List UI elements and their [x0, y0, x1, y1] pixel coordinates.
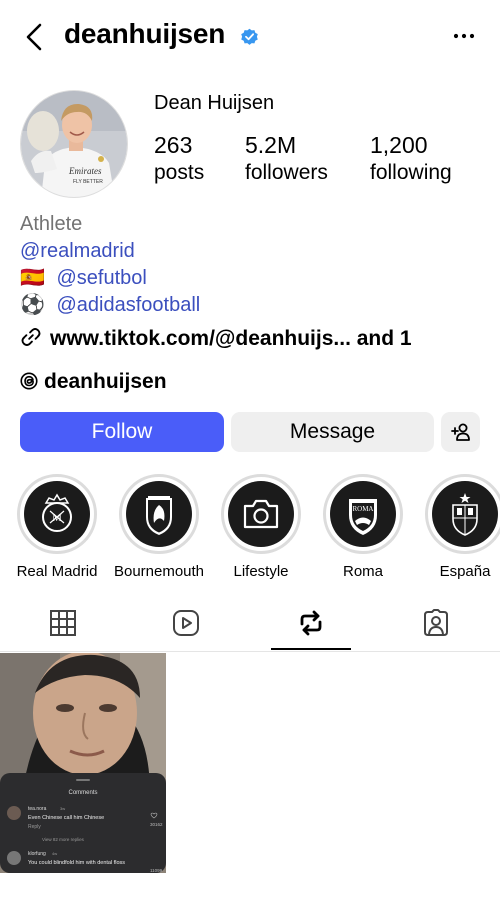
- repost-image: Comments tea.nora 3w Even Chinese call h…: [0, 653, 166, 873]
- profile-avatar[interactable]: Emirates FLY BETTER: [20, 90, 128, 198]
- profile-bio: Athlete @realmadrid 🇪🇸 @sefutbol ⚽ @adid…: [20, 211, 490, 319]
- reposts-icon[interactable]: [296, 608, 326, 638]
- highlight-lifestyle[interactable]: Lifestyle: [211, 474, 311, 580]
- comment1-reply: Reply: [28, 824, 41, 830]
- tagged-icon[interactable]: [421, 608, 451, 638]
- bio-category: Athlete: [20, 213, 83, 235]
- comment2-text: You could blindfold him with dental flos…: [28, 860, 125, 866]
- stat-following-label: following: [370, 161, 452, 184]
- bournemouth-crest-icon: [146, 496, 172, 535]
- view-more-replies: View 82 more replies: [42, 837, 85, 842]
- stat-following-count: 1,200: [370, 132, 428, 158]
- back-icon[interactable]: [22, 22, 48, 52]
- highlight-label: Bournemouth: [113, 563, 205, 580]
- bio-mention-adidasfootball[interactable]: @adidasfootball: [56, 294, 200, 316]
- highlight-roma[interactable]: ROMA Roma: [313, 474, 413, 580]
- highlight-label: Lifestyle: [233, 563, 289, 580]
- reels-icon[interactable]: [171, 608, 201, 638]
- stat-posts-count: 263: [154, 132, 193, 158]
- highlight-espana[interactable]: España: [415, 474, 500, 580]
- highlight-label: Roma: [342, 563, 383, 580]
- more-options-icon[interactable]: [452, 24, 476, 48]
- link-icon: [21, 328, 41, 346]
- stat-following[interactable]: 1,200 following: [370, 132, 452, 186]
- stat-followers-count: 5.2M: [245, 132, 297, 158]
- highlight-bournemouth[interactable]: Bournemouth: [109, 474, 209, 580]
- add-person-icon: [451, 423, 470, 441]
- avatar-photo: Emirates FLY BETTER: [21, 91, 127, 197]
- svg-text:FLY BETTER: FLY BETTER: [73, 179, 103, 185]
- stat-posts[interactable]: 263 posts: [154, 132, 204, 186]
- highlight-label: Real Madrid: [16, 563, 98, 580]
- stat-posts-label: posts: [154, 161, 205, 184]
- bio-line-2: 🇪🇸 @sefutbol: [20, 265, 490, 292]
- spain-flag-emoji: 🇪🇸: [20, 267, 45, 289]
- roma-crest-icon: ROMA: [349, 499, 377, 535]
- message-button[interactable]: Message: [231, 412, 434, 452]
- comments-header: Comments: [68, 790, 97, 796]
- profile-header: deanhuijsen: [0, 0, 500, 76]
- highlight-label: España: [439, 563, 491, 580]
- follow-button[interactable]: Follow: [20, 412, 224, 452]
- camera-icon: [243, 499, 279, 529]
- comment1-likes: 30162: [150, 822, 163, 827]
- bio-link-text: www.tiktok.com/@deanhuijs... and 1: [50, 327, 412, 350]
- stat-followers-label: followers: [245, 161, 328, 184]
- bio-line-1: @realmadrid: [20, 238, 490, 265]
- roma-crest-text: ROMA: [352, 505, 373, 513]
- bio-mention-realmadrid[interactable]: @realmadrid: [20, 240, 135, 262]
- comment2-likes: 11099: [150, 868, 163, 873]
- threads-link[interactable]: deanhuijsen: [20, 370, 167, 394]
- bio-mention-sefutbol[interactable]: @sefutbol: [56, 267, 146, 289]
- highlight-real-madrid[interactable]: M Real Madrid: [7, 474, 107, 580]
- comment2-user: klorfung: [28, 851, 46, 857]
- comment1-time: 3w: [60, 806, 65, 811]
- stat-followers[interactable]: 5.2M followers: [245, 132, 328, 186]
- comment1-user: tea.nora: [28, 806, 47, 812]
- bio-line-3: ⚽ @adidasfootball: [20, 292, 490, 319]
- spain-crest-icon: [452, 493, 478, 536]
- shirt-sponsor-text: Emirates: [68, 166, 102, 176]
- profile-tabs: [0, 600, 500, 652]
- football-emoji: ⚽: [20, 294, 45, 316]
- profile-display-name: Dean Huijsen: [154, 92, 275, 114]
- svg-text:M: M: [52, 512, 62, 524]
- threads-icon: [20, 372, 38, 390]
- threads-handle: deanhuijsen: [44, 370, 167, 393]
- comment2-time: 4w: [52, 851, 57, 856]
- comment1-text: Even Chinese call him Chinese: [28, 815, 104, 821]
- verified-badge-icon: [241, 28, 258, 45]
- active-tab-indicator: [271, 648, 351, 650]
- repost-thumbnail[interactable]: Comments tea.nora 3w Even Chinese call h…: [0, 653, 166, 873]
- bio-link[interactable]: www.tiktok.com/@deanhuijs... and 1: [20, 326, 412, 351]
- profile-username: deanhuijsen: [64, 18, 226, 49]
- suggest-accounts-button[interactable]: [441, 412, 480, 452]
- real-madrid-crest-icon: M: [42, 493, 72, 532]
- grid-icon[interactable]: [48, 608, 78, 638]
